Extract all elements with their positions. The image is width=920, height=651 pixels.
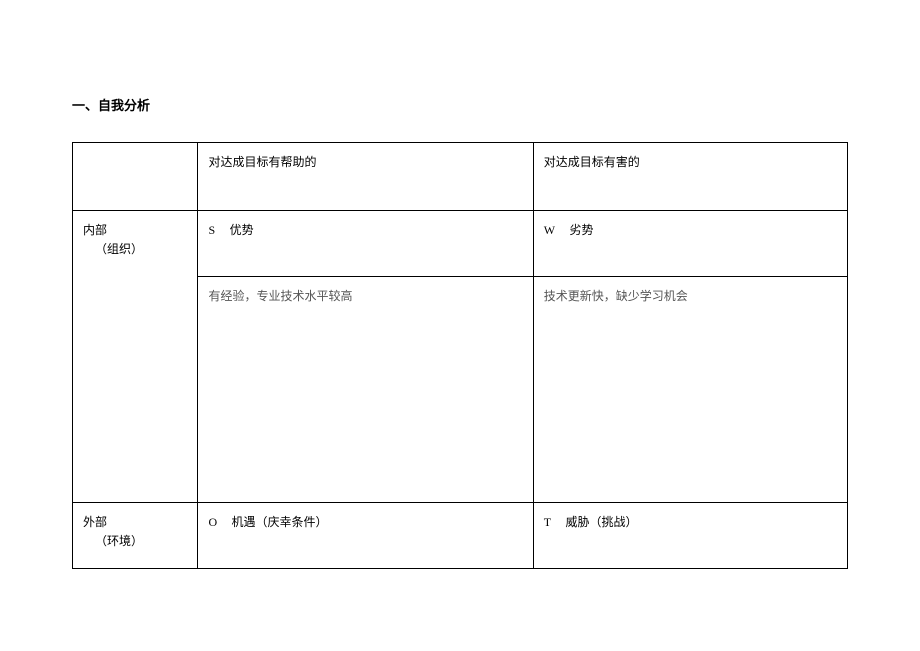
- t-label: 威胁（挑战）: [566, 515, 638, 529]
- o-label: 机遇（庆幸条件）: [232, 515, 328, 529]
- swot-table: 对达成目标有帮助的 对达成目标有害的 内部 （组织） S 优势 W 劣势 有经验，专…: [72, 142, 848, 569]
- s-letter: S: [208, 223, 215, 237]
- table-row: 内部 （组织） S 优势 W 劣势: [73, 211, 848, 277]
- w-label: 劣势: [570, 223, 594, 237]
- t-letter: T: [544, 515, 551, 529]
- w-letter: W: [544, 223, 555, 237]
- section-heading: 一、自我分析: [72, 95, 848, 114]
- external-label-line2: （环境）: [83, 532, 187, 551]
- header-harmful: 对达成目标有害的: [533, 143, 847, 211]
- empty-cell: [73, 143, 198, 211]
- o-letter: O: [208, 515, 217, 529]
- opportunity-header: O 机遇（庆幸条件）: [198, 503, 533, 569]
- weakness-content: 技术更新快，缺少学习机会: [533, 277, 847, 503]
- external-label-cell: 外部 （环境）: [73, 503, 198, 569]
- internal-label-line2: （组织）: [83, 240, 187, 259]
- table-row: 外部 （环境） O 机遇（庆幸条件） T 威胁（挑战）: [73, 503, 848, 569]
- document-page: 一、自我分析 对达成目标有帮助的 对达成目标有害的 内部 （组织） S 优势 W 劣…: [0, 0, 920, 569]
- header-helpful: 对达成目标有帮助的: [198, 143, 533, 211]
- strength-content: 有经验，专业技术水平较高: [198, 277, 533, 503]
- weakness-header: W 劣势: [533, 211, 847, 277]
- internal-label-cell: 内部 （组织）: [73, 211, 198, 503]
- strength-header: S 优势: [198, 211, 533, 277]
- s-label: 优势: [230, 223, 254, 237]
- internal-label-line1: 内部: [83, 223, 107, 237]
- table-row: 对达成目标有帮助的 对达成目标有害的: [73, 143, 848, 211]
- threat-header: T 威胁（挑战）: [533, 503, 847, 569]
- external-label-line1: 外部: [83, 515, 107, 529]
